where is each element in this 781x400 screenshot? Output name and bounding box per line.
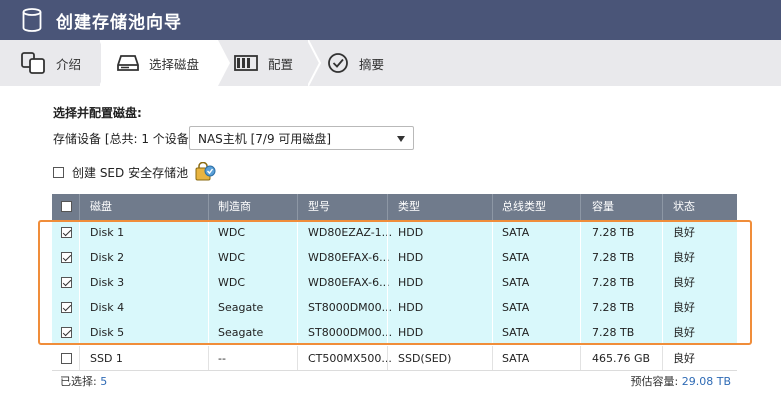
cell-bus: SATA xyxy=(502,226,530,239)
selected-count: 已选择: 5 xyxy=(60,373,107,389)
row-checkbox[interactable] xyxy=(61,327,72,338)
cell-disk: Disk 2 xyxy=(90,251,125,264)
check-circle-icon xyxy=(327,52,349,74)
col-type[interactable]: 类型 xyxy=(398,194,420,220)
sed-label: 创建 SED 安全存储池 xyxy=(72,165,189,180)
row-checkbox[interactable] xyxy=(61,227,72,238)
cell-vendor: -- xyxy=(218,352,226,365)
database-icon xyxy=(22,7,44,33)
cell-model: WD80EFAX-6... xyxy=(308,276,390,289)
cell-vendor: Seagate xyxy=(218,301,264,314)
sed-checkbox[interactable] xyxy=(53,166,64,178)
cell-type: SSD(SED) xyxy=(398,352,452,365)
cell-capacity: 7.28 TB xyxy=(592,226,635,239)
cell-status: 良好 xyxy=(673,301,695,314)
step-config[interactable]: 配置 xyxy=(234,40,314,86)
cell-capacity: 7.28 TB xyxy=(592,276,635,289)
cell-status: 良好 xyxy=(673,352,695,365)
cell-bus: SATA xyxy=(502,352,530,365)
cell-type: HDD xyxy=(398,251,424,264)
cell-vendor: WDC xyxy=(218,226,246,239)
table-row[interactable]: SSD 1 -- CT500MX500... SSD(SED) SATA 465… xyxy=(52,346,737,371)
col-bus[interactable]: 总线类型 xyxy=(502,194,546,220)
col-model[interactable]: 型号 xyxy=(308,194,330,220)
disk-drive-icon xyxy=(117,54,139,72)
row-checkbox[interactable] xyxy=(61,302,72,313)
cell-capacity: 465.76 GB xyxy=(592,352,651,365)
cell-capacity: 7.28 TB xyxy=(592,326,635,339)
cell-capacity: 7.28 TB xyxy=(592,251,635,264)
sed-lock-icon xyxy=(194,162,216,182)
wizard-steps: 介绍 选择磁盘 配置 摘要 xyxy=(0,40,781,86)
table-row[interactable]: Disk 5 Seagate ST8000DM00... HDD SATA 7.… xyxy=(52,320,737,345)
estimate-value: 29.08 TB xyxy=(681,375,731,388)
storage-device-label: 存储设备 [总共: 1 个设备]: xyxy=(53,132,198,146)
cell-vendor: Seagate xyxy=(218,326,264,339)
selected-number: 5 xyxy=(100,375,108,388)
estimated-capacity: 预估容量: 29.08 TB xyxy=(631,373,731,389)
raid-config-icon xyxy=(234,55,258,71)
step-divider xyxy=(308,40,322,86)
cell-vendor: WDC xyxy=(218,251,246,264)
chevron-down-icon xyxy=(397,136,405,142)
row-checkbox[interactable] xyxy=(61,277,72,288)
cell-status: 良好 xyxy=(673,251,695,264)
cell-status: 良好 xyxy=(673,326,695,339)
cell-vendor: WDC xyxy=(218,276,246,289)
col-vendor[interactable]: 制造商 xyxy=(218,194,251,220)
cell-status: 良好 xyxy=(673,226,695,239)
step-divider-active xyxy=(218,40,230,86)
row-checkbox[interactable] xyxy=(61,252,72,263)
sed-option: 创建 SED 安全存储池 xyxy=(53,162,216,182)
step-label: 介绍 xyxy=(56,56,82,72)
cell-disk: Disk 1 xyxy=(90,226,125,239)
col-status[interactable]: 状态 xyxy=(673,194,695,220)
cell-type: HDD xyxy=(398,326,424,339)
step-label: 选择磁盘 xyxy=(149,56,200,72)
cell-status: 良好 xyxy=(673,276,695,289)
cell-capacity: 7.28 TB xyxy=(592,301,635,314)
cell-bus: SATA xyxy=(502,276,530,289)
cell-disk: Disk 4 xyxy=(90,301,125,314)
step-select-disks[interactable]: 选择磁盘 xyxy=(101,40,218,86)
window-title: 创建存储池向导 xyxy=(56,12,182,33)
cell-bus: SATA xyxy=(502,251,530,264)
col-capacity[interactable]: 容量 xyxy=(592,194,614,220)
table-row[interactable]: Disk 3 WDC WD80EFAX-6... HDD SATA 7.28 T… xyxy=(52,270,737,295)
cell-type: HDD xyxy=(398,276,424,289)
cell-model: ST8000DM00... xyxy=(308,301,393,314)
select-all-checkbox[interactable] xyxy=(61,201,72,212)
selected-label: 已选择: xyxy=(60,375,101,388)
cell-type: HDD xyxy=(398,301,424,314)
step-label: 摘要 xyxy=(359,56,385,72)
table-header: 磁盘 制造商 型号 类型 总线类型 容量 状态 xyxy=(52,194,737,220)
estimate-label: 预估容量: xyxy=(630,375,682,388)
step-label: 配置 xyxy=(268,56,294,72)
step-intro[interactable]: 介绍 xyxy=(20,40,100,86)
table-footer: 已选择: 5 预估容量: 29.08 TB xyxy=(52,370,737,388)
cell-disk: Disk 3 xyxy=(90,276,125,289)
cell-model: ST8000DM00... xyxy=(308,326,393,339)
storage-device-select[interactable]: NAS主机 [7/9 可用磁盘] xyxy=(189,126,414,150)
cell-type: HDD xyxy=(398,226,424,239)
cell-disk: Disk 5 xyxy=(90,326,125,339)
cell-bus: SATA xyxy=(502,326,530,339)
cell-model: WD80EZAZ-1... xyxy=(308,226,393,239)
cell-disk: SSD 1 xyxy=(90,352,123,365)
storage-device-value: NAS主机 [7/9 可用磁盘] xyxy=(198,131,332,146)
table-row[interactable]: Disk 2 WDC WD80EFAX-6... HDD SATA 7.28 T… xyxy=(52,245,737,270)
table-row[interactable]: Disk 1 WDC WD80EZAZ-1... HDD SATA 7.28 T… xyxy=(52,220,737,245)
step-summary[interactable]: 摘要 xyxy=(327,40,407,86)
table-row[interactable]: Disk 4 Seagate ST8000DM00... HDD SATA 7.… xyxy=(52,295,737,320)
cell-bus: SATA xyxy=(502,301,530,314)
intro-icon xyxy=(20,51,46,75)
col-disk[interactable]: 磁盘 xyxy=(90,194,112,220)
row-checkbox[interactable] xyxy=(61,353,72,364)
title-bar: 创建存储池向导 xyxy=(0,0,781,40)
cell-model: WD80EFAX-6... xyxy=(308,251,390,264)
cell-model: CT500MX500... xyxy=(308,352,392,365)
section-title: 选择并配置磁盘: xyxy=(53,106,142,120)
